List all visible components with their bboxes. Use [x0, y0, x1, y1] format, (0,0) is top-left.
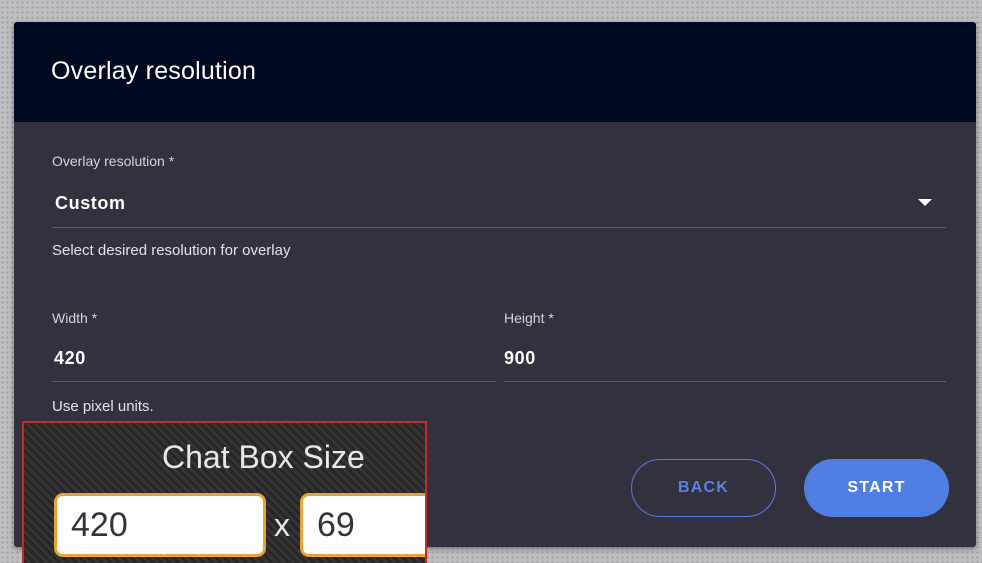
width-underline	[52, 381, 496, 382]
width-label: Width *	[52, 310, 98, 326]
height-underline	[504, 381, 946, 382]
units-helper: Use pixel units.	[52, 398, 154, 415]
chat-height-input[interactable]	[300, 493, 425, 557]
resolution-helper: Select desired resolution for overlay	[52, 242, 291, 259]
start-button[interactable]: START	[804, 459, 949, 517]
triangle-down-icon[interactable]	[918, 199, 932, 206]
chat-box-size-widget: Chat Box Size x	[22, 421, 427, 563]
height-input[interactable]: 900	[504, 348, 536, 369]
dialog-title: Overlay resolution	[51, 57, 257, 85]
resolution-underline	[52, 227, 946, 228]
resolution-select[interactable]: Custom	[55, 193, 126, 214]
back-button[interactable]: BACK	[631, 459, 776, 517]
chat-box-title: Chat Box Size	[162, 439, 365, 475]
resolution-label: Overlay resolution *	[52, 153, 175, 169]
chat-width-input[interactable]	[54, 493, 266, 557]
height-label: Height *	[504, 310, 554, 326]
chat-size-separator: x	[274, 507, 290, 543]
width-input[interactable]: 420	[54, 348, 86, 369]
dialog-header: Overlay resolution	[14, 22, 976, 122]
